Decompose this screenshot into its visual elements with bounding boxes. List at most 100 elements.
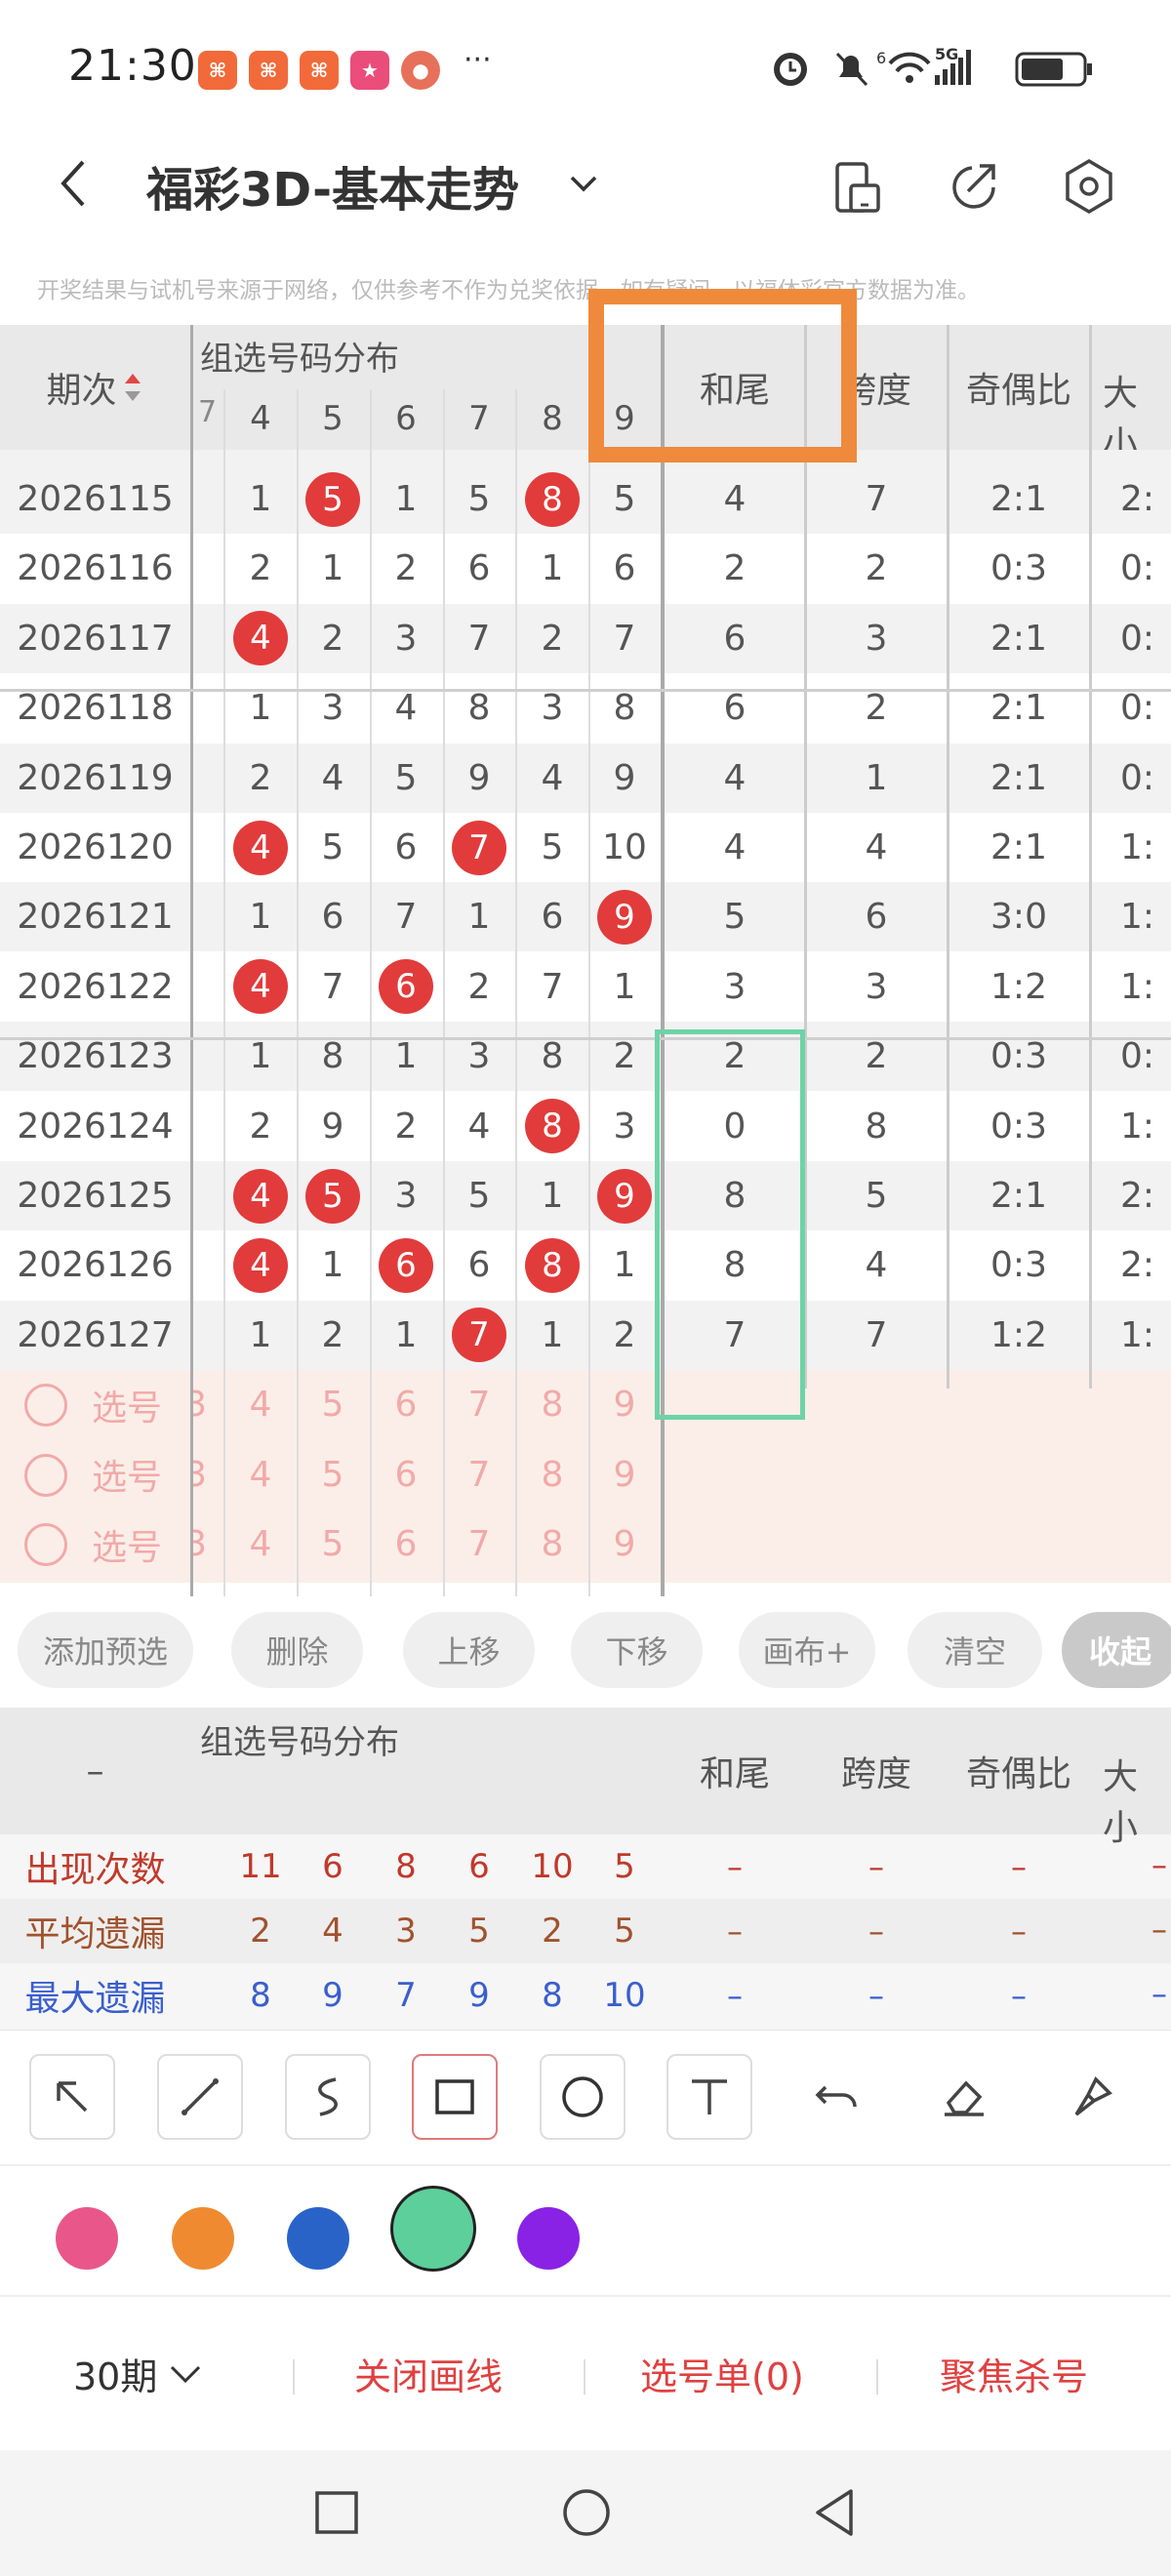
pick-digit[interactable]: 4 [224, 1440, 297, 1509]
wifi-icon [888, 52, 931, 83]
period-header[interactable]: 期次 [0, 325, 190, 450]
table-row[interactable]: 2026123 1 8 1 3 8 2 2 2 0:3 0: [0, 1022, 1171, 1092]
table-row[interactable]: 2026121 1 6 7 1 6 9 5 6 3:0 1: [0, 882, 1171, 952]
eraser-icon[interactable] [921, 2054, 1007, 2140]
table-row[interactable]: 2026118 1 3 4 8 3 8 6 2 2:1 0: [0, 673, 1171, 743]
pick-digit[interactable]: 8 [516, 1509, 588, 1579]
table-body[interactable]: 2026115 1 5 1 5 8 5 4 7 2:1 2: 2026116 2 1 2 6 1 6 2 2 0:3 0:… [0, 450, 1171, 1596]
kuadu-cell: 1 [865, 757, 888, 798]
pick-digit[interactable]: 8 [516, 1440, 588, 1509]
home-icon[interactable] [560, 2486, 613, 2539]
pick-digit-partial: 3 [191, 1524, 207, 1564]
pick-row[interactable]: 选号 3 4 5 6 7 8 9 [0, 1509, 1171, 1579]
circle-tool-icon[interactable] [540, 2054, 626, 2140]
arrow-tool-icon[interactable] [29, 2054, 115, 2140]
pick-radio[interactable] [24, 1384, 67, 1428]
color-swatch[interactable] [172, 2207, 234, 2270]
action-button-6[interactable]: 收起 [1062, 1612, 1171, 1688]
hit-ball: 4 [233, 1168, 288, 1224]
settings-icon[interactable] [1062, 158, 1116, 215]
pick-digit[interactable]: 6 [370, 1440, 442, 1509]
period-selector[interactable]: 30期 [73, 2347, 202, 2400]
share-icon[interactable] [947, 160, 1001, 215]
undo-icon[interactable] [794, 2054, 880, 2140]
line-tool-icon[interactable] [157, 2054, 243, 2140]
period-header-label: 期次 [46, 371, 117, 411]
phone-icon[interactable] [831, 160, 884, 215]
period-cell: 2026124 [17, 1106, 174, 1147]
pick-digit[interactable]: 6 [370, 1509, 442, 1579]
pick-digit[interactable]: 9 [588, 1440, 661, 1509]
daxiao-cell: 0: [1120, 688, 1155, 729]
table-row[interactable]: 2026115 1 5 1 5 8 5 4 7 2:1 2: [0, 464, 1171, 534]
digit-cell: 2 [613, 1036, 636, 1077]
grid-line [297, 389, 299, 1596]
action-button-2[interactable]: 上移 [403, 1612, 535, 1688]
pick-digit[interactable]: 5 [297, 1509, 369, 1579]
pick-digit[interactable]: 7 [443, 1370, 515, 1439]
pick-label: 选号 [91, 1388, 162, 1429]
rectangle-tool-icon[interactable] [412, 2054, 498, 2140]
pick-digit[interactable]: 7 [443, 1509, 515, 1579]
daxiao-cell: 1: [1120, 1314, 1155, 1355]
table-row[interactable]: 2026117 4 2 3 7 2 7 6 3 2:1 0: [0, 603, 1171, 673]
pick-row[interactable]: 选号 3 4 5 6 7 8 9 [0, 1370, 1171, 1439]
digit-cell: 7 [541, 966, 564, 1007]
color-swatch[interactable] [56, 2207, 118, 2270]
pick-digit[interactable]: 6 [370, 1370, 442, 1439]
pick-row[interactable]: 选号 3 4 5 6 7 8 9 [0, 1440, 1171, 1509]
pick-digit[interactable]: 5 [297, 1370, 369, 1439]
jiou-cell: 2:1 [990, 479, 1047, 519]
table-row[interactable]: 2026116 2 1 2 6 1 6 2 2 0:3 0: [0, 534, 1171, 603]
hewei-cell: 6 [723, 688, 747, 729]
recents-icon[interactable] [312, 2488, 361, 2537]
pick-list-button[interactable]: 选号单(0) [640, 2347, 804, 2400]
table-row[interactable]: 2026119 2 4 5 9 4 9 4 1 2:1 0: [0, 743, 1171, 813]
action-button-3[interactable]: 下移 [571, 1612, 703, 1688]
color-swatch[interactable] [390, 2186, 476, 2272]
annotation-green-rect[interactable] [655, 1029, 805, 1420]
curve-tool-icon[interactable] [285, 2054, 371, 2140]
hewei-cell: 4 [723, 479, 747, 519]
annotation-orange-rect[interactable] [588, 289, 857, 463]
more-notifications: ··· [464, 43, 492, 77]
pick-digit[interactable]: 8 [516, 1370, 588, 1439]
digit-cell: 5 [297, 1161, 369, 1230]
pick-digit[interactable]: 9 [588, 1370, 661, 1439]
hit-ball: 8 [525, 471, 580, 527]
action-button-4[interactable]: 画布+ [739, 1612, 875, 1688]
table-row[interactable]: 2026120 4 5 6 7 5 10 4 4 2:1 1: [0, 813, 1171, 882]
jiou-cell: 0:3 [990, 1245, 1047, 1286]
brush-icon[interactable] [1049, 2054, 1135, 2140]
jiou-cell: 0:3 [990, 548, 1047, 589]
pick-radio[interactable] [24, 1523, 67, 1566]
pick-digit[interactable]: 4 [224, 1509, 297, 1579]
pick-digit[interactable]: 9 [588, 1509, 661, 1579]
chevron-down-icon [171, 2365, 201, 2383]
action-button-5[interactable]: 清空 [908, 1612, 1042, 1688]
color-swatch[interactable] [517, 2207, 580, 2270]
digit-cell: 2 [321, 618, 344, 659]
pick-digit[interactable]: 4 [224, 1370, 297, 1439]
focus-kill-button[interactable]: 聚焦杀号 [940, 2347, 1088, 2400]
table-row[interactable]: 2026126 4 1 6 6 8 1 8 4 0:3 2: [0, 1230, 1171, 1300]
color-swatch[interactable] [287, 2207, 349, 2270]
pick-digit[interactable]: 5 [297, 1440, 369, 1509]
digit-cell: 1 [541, 548, 564, 589]
table-row[interactable]: 2026124 2 9 2 4 8 3 0 8 0:3 1: [0, 1092, 1171, 1161]
table-row[interactable]: 2026122 4 7 6 2 7 1 3 3 1:2 1: [0, 952, 1171, 1022]
back-icon[interactable] [54, 156, 93, 211]
action-button-1[interactable]: 删除 [231, 1612, 363, 1688]
text-tool-icon[interactable] [666, 2054, 752, 2140]
period-cell: 2026121 [17, 897, 174, 938]
action-button-0[interactable]: 添加预选 [18, 1612, 193, 1688]
digit-cell: 9 [588, 1161, 661, 1230]
hit-ball: 4 [233, 1237, 288, 1293]
close-lines-button[interactable]: 关闭画线 [354, 2347, 503, 2400]
chevron-down-icon[interactable] [568, 172, 599, 195]
table-row[interactable]: 2026127 1 2 1 7 1 2 7 7 1:2 1: [0, 1300, 1171, 1370]
table-row[interactable]: 2026125 4 5 3 5 1 9 8 5 2:1 2: [0, 1161, 1171, 1230]
back-nav-icon[interactable] [810, 2486, 859, 2539]
pick-digit[interactable]: 7 [443, 1440, 515, 1509]
pick-radio[interactable] [24, 1453, 67, 1497]
